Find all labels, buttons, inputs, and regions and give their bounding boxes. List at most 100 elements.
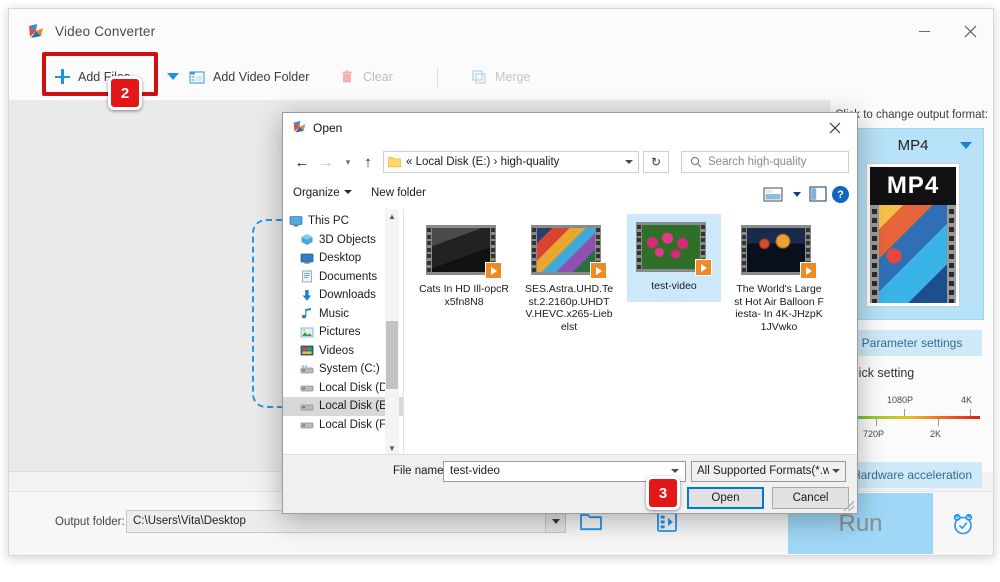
film-perforation-left bbox=[427, 228, 431, 272]
file-name: SES.Astra.UHD.Test.2.2160p.UHDTV.HEVC.x2… bbox=[524, 283, 614, 333]
address-breadcrumb: « Local Disk (E:) › high-quality bbox=[406, 156, 560, 168]
chevron-down-icon[interactable] bbox=[960, 142, 972, 149]
cancel-label: Cancel bbox=[792, 492, 829, 504]
slider-tick bbox=[904, 409, 905, 416]
slider-tick bbox=[970, 409, 971, 416]
organize-button[interactable]: Organize bbox=[293, 187, 352, 199]
picture-icon bbox=[300, 327, 314, 338]
scroll-down-arrow-icon[interactable]: ▼ bbox=[385, 441, 399, 455]
tree-label: Documents bbox=[319, 270, 378, 283]
film-perforation-left bbox=[742, 228, 746, 272]
tree-label: This PC bbox=[308, 215, 349, 228]
nav-back-button[interactable]: ← bbox=[291, 143, 313, 181]
drive-icon bbox=[300, 422, 314, 429]
parameter-settings-label: Parameter settings bbox=[861, 336, 963, 350]
file-item[interactable]: SES.Astra.UHD.Test.2.2160p.UHDTV.HEVC.x2… bbox=[522, 217, 616, 333]
nav-forward-button[interactable]: → bbox=[315, 143, 337, 181]
file-item[interactable]: The World's Largest Hot Air Balloon Fies… bbox=[732, 217, 826, 333]
file-name-label: File name: bbox=[393, 465, 447, 477]
desktop-icon bbox=[300, 253, 314, 264]
close-icon bbox=[964, 25, 976, 37]
format-thumbnail-image bbox=[870, 205, 956, 303]
file-item[interactable]: Cats In HD Ill-opcRx5fn8N8 bbox=[417, 217, 511, 308]
navigation-pane: This PC 3D Objects Desktop Documents Dow… bbox=[283, 209, 404, 455]
address-bar[interactable]: « Local Disk (E:) › high-quality bbox=[383, 151, 639, 173]
dialog-body: This PC 3D Objects Desktop Documents Dow… bbox=[283, 209, 857, 455]
parameter-settings-button[interactable]: Parameter settings bbox=[842, 330, 982, 356]
search-box[interactable]: Search high-quality bbox=[681, 151, 849, 173]
drive-icon bbox=[300, 404, 314, 411]
address-dropdown-icon[interactable] bbox=[625, 160, 633, 164]
window-minimize-button[interactable] bbox=[901, 9, 947, 53]
navigation-pane-scrollbar[interactable]: ▲ ▼ bbox=[385, 209, 399, 455]
add-video-folder-button[interactable]: Add Video Folder bbox=[189, 53, 309, 100]
add-files-dropdown-button[interactable] bbox=[167, 53, 179, 100]
chevron-down-icon[interactable] bbox=[832, 469, 840, 473]
view-options-dropdown-icon[interactable] bbox=[793, 192, 801, 197]
quality-slider[interactable]: 480P 1080P 4K 720P 2K bbox=[837, 390, 980, 446]
window-close-button[interactable] bbox=[947, 9, 993, 53]
tree-label: Local Disk (E:) bbox=[319, 400, 394, 413]
open-button[interactable]: Open bbox=[687, 487, 764, 509]
tree-label: Local Disk (D:) bbox=[319, 381, 395, 394]
trash-icon bbox=[342, 69, 352, 82]
file-name: test-video bbox=[651, 280, 697, 292]
film-perforation-left bbox=[532, 228, 536, 272]
clear-label: Clear bbox=[363, 69, 393, 84]
refresh-button[interactable]: ↻ bbox=[643, 151, 669, 173]
cube-icon bbox=[301, 234, 313, 246]
organize-label: Organize bbox=[293, 187, 340, 199]
dialog-app-logo-icon bbox=[293, 120, 306, 133]
download-icon bbox=[302, 289, 312, 301]
slider-tick bbox=[938, 419, 939, 426]
film-perforation-right bbox=[947, 205, 956, 303]
output-format-selector[interactable]: MP4 MP4 bbox=[842, 128, 984, 320]
output-folder-dropdown[interactable] bbox=[545, 511, 565, 532]
cancel-button[interactable]: Cancel bbox=[772, 487, 849, 509]
hardware-acceleration-button[interactable]: Hardware acceleration bbox=[842, 462, 982, 488]
file-list-pane[interactable]: Cats In HD Ill-opcRx5fn8N8 SES.Astra.UHD… bbox=[404, 209, 857, 455]
scroll-up-arrow-icon[interactable]: ▲ bbox=[385, 209, 399, 223]
file-type-filter-select[interactable]: All Supported Formats(*.wtv;*.c bbox=[691, 461, 846, 482]
output-folder-value: C:\Users\Vita\Desktop bbox=[133, 515, 246, 527]
dialog-close-button[interactable] bbox=[813, 113, 857, 143]
tree-label: Downloads bbox=[319, 289, 376, 302]
output-folder-label: Output folder: bbox=[55, 516, 125, 528]
monitor-icon bbox=[289, 215, 303, 227]
thumbnail-image bbox=[747, 228, 805, 272]
chevron-down-icon bbox=[343, 190, 352, 194]
quality-slider-track bbox=[844, 416, 980, 419]
new-folder-button[interactable]: New folder bbox=[371, 187, 426, 199]
schedule-button[interactable] bbox=[933, 493, 993, 554]
thumbnail-image bbox=[642, 225, 700, 269]
search-placeholder: Search high-quality bbox=[708, 156, 807, 168]
file-name: Cats In HD Ill-opcRx5fn8N8 bbox=[419, 283, 509, 308]
chevron-down-icon[interactable] bbox=[671, 469, 679, 473]
add-video-folder-label: Add Video Folder bbox=[213, 69, 310, 84]
clear-button[interactable]: Clear bbox=[339, 53, 393, 100]
nav-up-button[interactable]: ↑ bbox=[357, 143, 379, 181]
file-thumbnail bbox=[531, 225, 607, 279]
nav-recent-locations-button[interactable]: ▾ bbox=[337, 143, 359, 181]
chevron-down-icon bbox=[551, 519, 560, 524]
tree-label: Pictures bbox=[319, 326, 361, 339]
play-badge-icon bbox=[590, 262, 607, 279]
file-thumbnail bbox=[741, 225, 817, 279]
film-perforation-left bbox=[870, 205, 879, 303]
annotation-badge-3: 3 bbox=[646, 476, 680, 510]
merge-label: Merge bbox=[495, 69, 531, 84]
preview-pane-icon[interactable] bbox=[809, 186, 827, 202]
folder-icon bbox=[388, 157, 401, 168]
slider-tick bbox=[876, 419, 877, 426]
document-icon bbox=[302, 270, 312, 283]
quality-label-4k: 4K bbox=[961, 395, 973, 405]
resize-grip[interactable] bbox=[844, 501, 854, 511]
open-label: Open bbox=[711, 492, 740, 504]
alarm-clock-icon bbox=[953, 513, 973, 534]
file-item[interactable]: test-video bbox=[627, 214, 721, 302]
scrollbar-thumb[interactable] bbox=[386, 321, 398, 389]
play-badge-icon bbox=[695, 259, 712, 276]
help-button[interactable]: ? bbox=[832, 186, 849, 203]
merge-button[interactable]: Merge bbox=[471, 53, 530, 100]
view-options-icon[interactable] bbox=[763, 186, 783, 203]
